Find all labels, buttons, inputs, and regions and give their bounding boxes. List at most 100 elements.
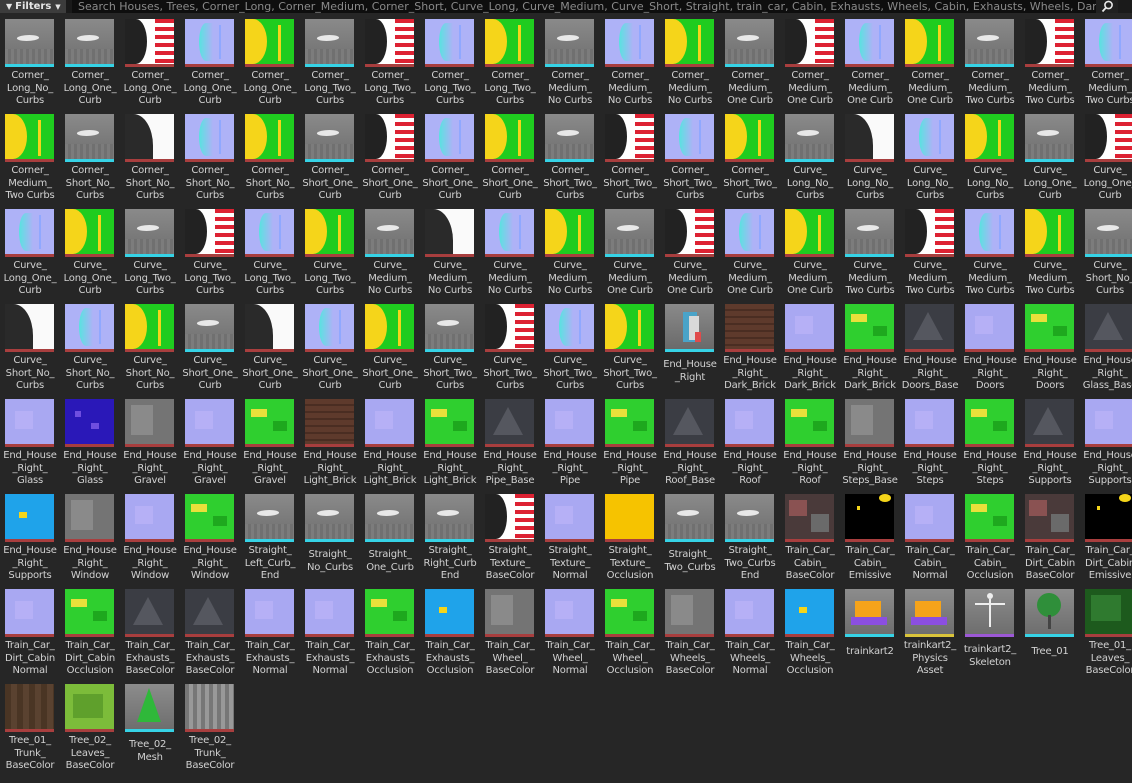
asset-tile[interactable]: Straight_ Two_Curbs xyxy=(660,489,720,584)
asset-tile[interactable]: Tree_02_ Mesh xyxy=(120,679,180,774)
asset-tile[interactable]: End_House _Right xyxy=(660,299,720,394)
asset-tile[interactable]: End_House _Right_ Roof_Base xyxy=(660,394,720,489)
asset-tile[interactable]: Train_Car_ Exhausts_ BaseColor xyxy=(120,584,180,679)
asset-tile[interactable]: Corner_ Medium_ Two Curbs xyxy=(1020,14,1080,109)
asset-tile[interactable]: Curve_ Short_No_ Curbs xyxy=(1080,204,1132,299)
asset-tile[interactable]: Train_Car_ Wheels_ Occlusion xyxy=(780,584,840,679)
asset-tile[interactable]: Corner_ Medium_ Two Curbs xyxy=(1080,14,1132,109)
asset-tile[interactable]: Corner_ Short_Two_ Curbs xyxy=(600,109,660,204)
asset-tile[interactable]: End_House _Right_ Window xyxy=(120,489,180,584)
asset-tile[interactable]: Corner_ Medium_ One Curb xyxy=(840,14,900,109)
asset-tile[interactable]: Straight_ Texture_ BaseColor xyxy=(480,489,540,584)
asset-tile[interactable]: Corner_ Long_Two_ Curbs xyxy=(480,14,540,109)
asset-tile[interactable]: Train_Car_ Exhausts_ Occlusion xyxy=(420,584,480,679)
asset-tile[interactable]: trainkart2_ Skeleton xyxy=(960,584,1020,679)
asset-tile[interactable]: Tree_01 xyxy=(1020,584,1080,679)
asset-tile[interactable]: trainkart2 xyxy=(840,584,900,679)
asset-tile[interactable]: Train_Car_ Exhausts_ Normal xyxy=(240,584,300,679)
asset-tile[interactable]: Curve_ Medium_ No Curbs xyxy=(420,204,480,299)
asset-tile[interactable]: Corner_ Short_One_ Curb xyxy=(300,109,360,204)
asset-tile[interactable]: Train_Car_ Cabin_ Emissive xyxy=(840,489,900,584)
asset-tile[interactable]: Curve_ Long_No_ Curbs xyxy=(900,109,960,204)
asset-tile[interactable]: Corner_ Short_No_ Curbs xyxy=(240,109,300,204)
asset-tile[interactable]: Corner_ Long_One_ Curb xyxy=(240,14,300,109)
asset-tile[interactable]: End_House _Right_ Pipe_Base xyxy=(480,394,540,489)
asset-tile[interactable]: End_House _Right_ Supports xyxy=(1020,394,1080,489)
asset-tile[interactable]: Curve_ Medium_ No Curbs xyxy=(480,204,540,299)
asset-tile[interactable]: End_House _Right_ Dark_Brick xyxy=(840,299,900,394)
asset-tile[interactable]: End_House _Right_ Steps xyxy=(900,394,960,489)
asset-tile[interactable]: Train_Car_ Dirt_Cabin Normal xyxy=(0,584,60,679)
asset-tile[interactable]: Corner_ Medium_ Two Curbs xyxy=(960,14,1020,109)
asset-tile[interactable]: End_House _Right_ Doors xyxy=(1020,299,1080,394)
asset-tile[interactable]: Tree_02_ Leaves_ BaseColor xyxy=(60,679,120,774)
asset-tile[interactable]: Curve_ Medium_ Two Curbs xyxy=(1020,204,1080,299)
asset-tile[interactable]: Curve_ Short_Two_ Curbs xyxy=(540,299,600,394)
asset-tile[interactable]: Corner_ Medium_ Two Curbs xyxy=(0,109,60,204)
asset-tile[interactable]: Curve_ Long_Two_ Curbs xyxy=(240,204,300,299)
asset-tile[interactable]: End_House _Right_ Doors xyxy=(960,299,1020,394)
asset-tile[interactable]: Corner_ Medium_ No Curbs xyxy=(600,14,660,109)
asset-tile[interactable]: Train_Car_ Dirt_Cabin BaseColor xyxy=(1020,489,1080,584)
asset-tile[interactable]: Train_Car_ Exhausts_ Normal xyxy=(300,584,360,679)
asset-tile[interactable]: Corner_ Short_No_ Curbs xyxy=(120,109,180,204)
asset-tile[interactable]: Corner_ Short_One_ Curb xyxy=(360,109,420,204)
asset-tile[interactable]: Corner_ Short_One_ Curb xyxy=(480,109,540,204)
asset-tile[interactable]: Curve_ Long_Two_ Curbs xyxy=(300,204,360,299)
asset-tile[interactable]: End_House _Right_ Light_Brick xyxy=(360,394,420,489)
asset-tile[interactable]: Curve_ Medium_ Two Curbs xyxy=(960,204,1020,299)
asset-tile[interactable]: Curve_ Short_No_ Curbs xyxy=(0,299,60,394)
asset-tile[interactable]: End_House _Right_ Doors_Base xyxy=(900,299,960,394)
asset-tile[interactable]: Curve_ Long_Two_ Curbs xyxy=(180,204,240,299)
asset-tile[interactable]: trainkart2_ Physics Asset xyxy=(900,584,960,679)
asset-tile[interactable]: Tree_01_ Trunk_ BaseColor xyxy=(0,679,60,774)
asset-tile[interactable]: Straight_ No_Curbs xyxy=(300,489,360,584)
asset-tile[interactable]: Corner_ Medium_ One Curb xyxy=(780,14,840,109)
asset-tile[interactable]: Train_Car_ Exhausts_ Occlusion xyxy=(360,584,420,679)
asset-tile[interactable]: Curve_ Medium_ One Curb xyxy=(720,204,780,299)
search-button[interactable] xyxy=(1096,0,1118,13)
asset-tile[interactable]: Train_Car_ Cabin_ Occlusion xyxy=(960,489,1020,584)
asset-tile[interactable]: Train_Car_ Wheel_ Occlusion xyxy=(600,584,660,679)
asset-tile[interactable]: End_House _Right_ Steps xyxy=(960,394,1020,489)
asset-tile[interactable]: Corner_ Short_One_ Curb xyxy=(420,109,480,204)
asset-tile[interactable]: Straight_ Texture_ Normal xyxy=(540,489,600,584)
asset-tile[interactable]: Straight_ Texture_ Occlusion xyxy=(600,489,660,584)
asset-tile[interactable]: End_House _Right_ Glass xyxy=(60,394,120,489)
asset-tile[interactable]: Curve_ Short_No_ Curbs xyxy=(120,299,180,394)
asset-tile[interactable]: End_House _Right_ Supports xyxy=(0,489,60,584)
asset-tile[interactable]: Curve_ Medium_ No Curbs xyxy=(360,204,420,299)
asset-tile[interactable]: Train_Car_ Wheels_ BaseColor xyxy=(660,584,720,679)
asset-tile[interactable]: Curve_ Medium_ One Curb xyxy=(780,204,840,299)
asset-tile[interactable]: Tree_02_ Trunk_ BaseColor xyxy=(180,679,240,774)
asset-tile[interactable]: Curve_ Short_Two_ Curbs xyxy=(600,299,660,394)
asset-tile[interactable]: Corner_ Long_One_ Curb xyxy=(180,14,240,109)
asset-tile[interactable]: Curve_ Short_Two_ Curbs xyxy=(420,299,480,394)
asset-tile[interactable]: Curve_ Short_One_ Curb xyxy=(360,299,420,394)
asset-tile[interactable]: Corner_ Medium_ No Curbs xyxy=(540,14,600,109)
asset-tile[interactable]: Curve_ Medium_ One Curb xyxy=(660,204,720,299)
asset-tile[interactable]: Curve_ Long_One_ Curb xyxy=(60,204,120,299)
asset-tile[interactable]: Straight_ Left_Curb_ End xyxy=(240,489,300,584)
asset-tile[interactable]: Train_Car_ Wheels_ Normal xyxy=(720,584,780,679)
filters-button[interactable]: ▼ Filters ▼ xyxy=(0,0,66,13)
asset-tile[interactable]: Curve_ Long_No_ Curbs xyxy=(840,109,900,204)
asset-tile[interactable]: Train_Car_ Dirt_Cabin Occlusion xyxy=(60,584,120,679)
asset-tile[interactable]: Corner_ Medium_ One Curb xyxy=(900,14,960,109)
asset-tile[interactable]: Curve_ Short_No_ Curbs xyxy=(60,299,120,394)
asset-tile[interactable]: End_House _Right_ Light_Brick xyxy=(420,394,480,489)
asset-tile[interactable]: Train_Car_ Cabin_ Normal xyxy=(900,489,960,584)
asset-tile[interactable]: End_House _Right_ Gravel xyxy=(240,394,300,489)
asset-tile[interactable]: Straight_ Right_Curb End xyxy=(420,489,480,584)
asset-tile[interactable]: Train_Car_ Wheel_ Normal xyxy=(540,584,600,679)
asset-tile[interactable]: Curve_ Medium_ Two Curbs xyxy=(900,204,960,299)
asset-tile[interactable]: End_House _Right_ Roof xyxy=(780,394,840,489)
asset-tile[interactable]: End_House _Right_ Window xyxy=(60,489,120,584)
asset-tile[interactable]: Tree_01_ Leaves_ BaseColor xyxy=(1080,584,1132,679)
asset-tile[interactable]: End_House _Right_ Gravel xyxy=(180,394,240,489)
asset-tile[interactable]: End_House _Right_ Roof xyxy=(720,394,780,489)
asset-tile[interactable]: Train_Car_ Wheel_ BaseColor xyxy=(480,584,540,679)
asset-tile[interactable]: Corner_ Short_No_ Curbs xyxy=(180,109,240,204)
asset-tile[interactable]: End_House _Right_ Light_Brick xyxy=(300,394,360,489)
asset-tile[interactable]: Curve_ Long_No_ Curbs xyxy=(780,109,840,204)
